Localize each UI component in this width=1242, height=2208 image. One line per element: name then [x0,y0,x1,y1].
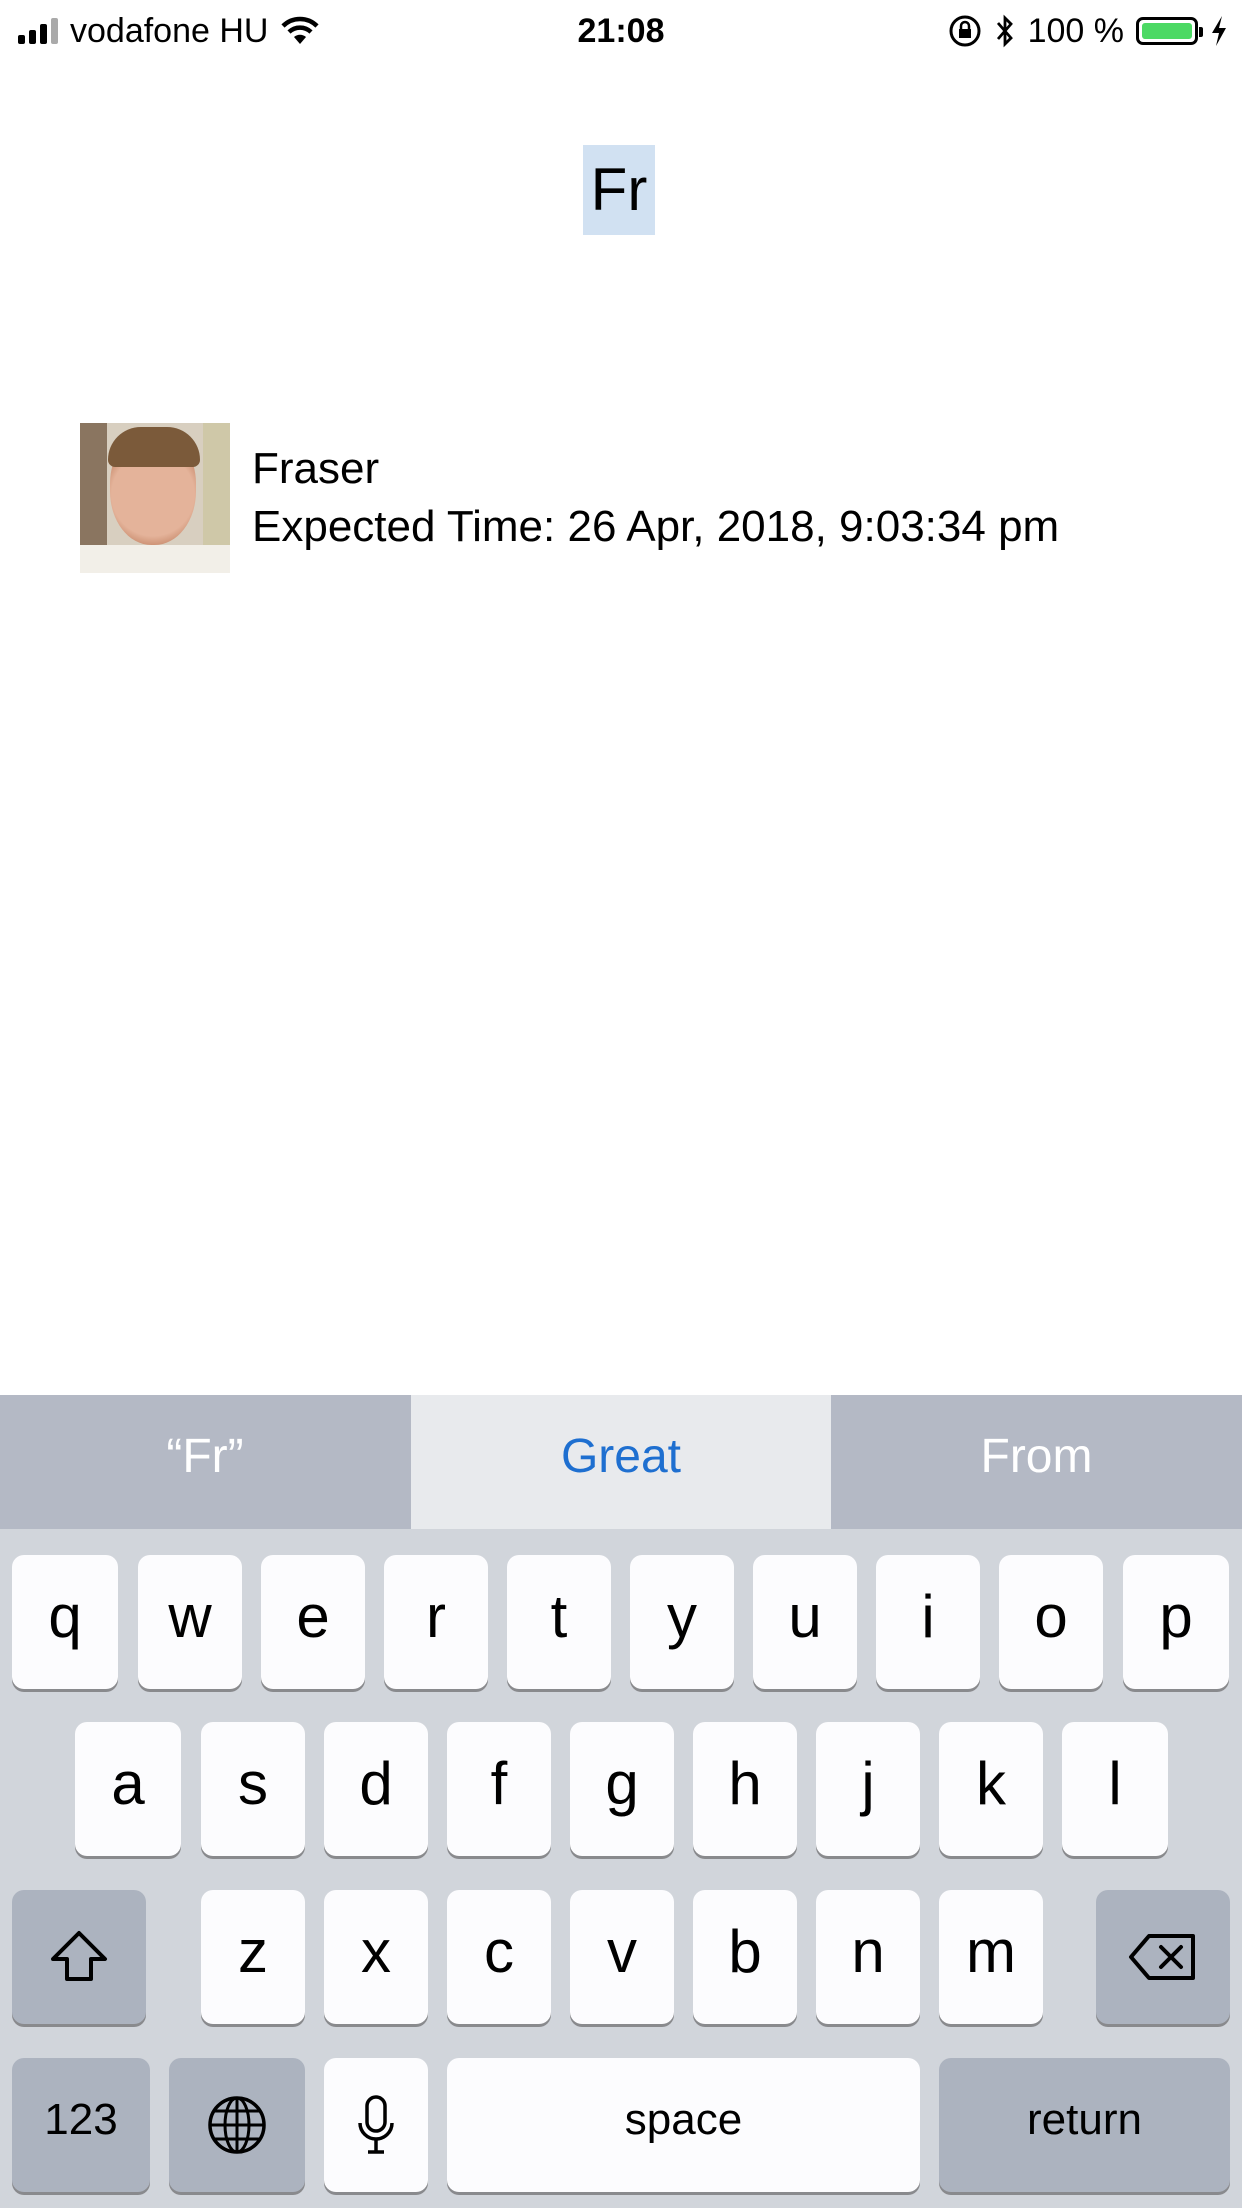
result-row[interactable]: Fraser Expected Time: 26 Apr, 2018, 9:03… [80,423,1059,573]
key-i[interactable]: i [876,1555,980,1689]
shift-key[interactable] [12,1890,146,2024]
orientation-lock-icon [949,15,981,47]
key-g[interactable]: g [570,1722,674,1856]
key-c[interactable]: c [447,1890,551,2024]
key-o[interactable]: o [999,1555,1103,1689]
globe-icon [208,2096,266,2154]
key-d[interactable]: d [324,1722,428,1856]
expected-time: Expected Time: 26 Apr, 2018, 9:03:34 pm [252,502,1060,551]
key-b[interactable]: b [693,1890,797,2024]
key-u[interactable]: u [753,1555,857,1689]
result-info: Fraser Expected Time: 26 Apr, 2018, 9:03… [252,440,1059,556]
key-z[interactable]: z [201,1890,305,2024]
suggestion-from[interactable]: From [831,1395,1242,1529]
status-right: 100 % [948,8,1228,54]
backspace-icon [1129,1934,1195,1980]
battery-percent: 100 % [1027,11,1124,50]
key-k[interactable]: k [939,1722,1043,1856]
return-key[interactable]: return [939,2058,1230,2192]
bluetooth-icon [996,14,1013,48]
delete-key[interactable] [1096,1890,1230,2024]
battery-icon [1136,17,1203,45]
avatar [80,423,230,573]
suggestion-literal[interactable]: “Fr” [0,1395,410,1529]
key-q[interactable]: q [12,1555,118,1689]
suggestion-bar: “Fr” Great From [0,1395,1242,1529]
search-query-text[interactable]: Fr [583,145,655,235]
key-v[interactable]: v [570,1890,674,2024]
key-e[interactable]: e [261,1555,365,1689]
microphone-icon [358,2095,394,2154]
key-f[interactable]: f [447,1722,551,1856]
status-bar: vodafone HU 21:08 100 % [0,0,1242,62]
dictation-key[interactable] [324,2058,428,2192]
key-a[interactable]: a [75,1722,181,1856]
key-l[interactable]: l [1062,1722,1168,1856]
space-key[interactable]: space [447,2058,920,2192]
numbers-key[interactable]: 123 [12,2058,150,2192]
globe-key[interactable] [169,2058,305,2192]
key-h[interactable]: h [693,1722,797,1856]
person-name: Fraser [252,444,380,493]
key-r[interactable]: r [384,1555,488,1689]
key-t[interactable]: t [507,1555,611,1689]
key-s[interactable]: s [201,1722,305,1856]
shift-icon [51,1931,107,1981]
key-y[interactable]: y [630,1555,734,1689]
charging-icon [1212,16,1226,46]
key-p[interactable]: p [1123,1555,1229,1689]
key-w[interactable]: w [138,1555,242,1689]
suggestion-great[interactable]: Great [411,1395,831,1529]
key-n[interactable]: n [816,1890,920,2024]
key-j[interactable]: j [816,1722,920,1856]
keyboard: “Fr” Great From q w e r t y u i o p a s … [0,1395,1242,2208]
key-m[interactable]: m [939,1890,1043,2024]
key-x[interactable]: x [324,1890,428,2024]
